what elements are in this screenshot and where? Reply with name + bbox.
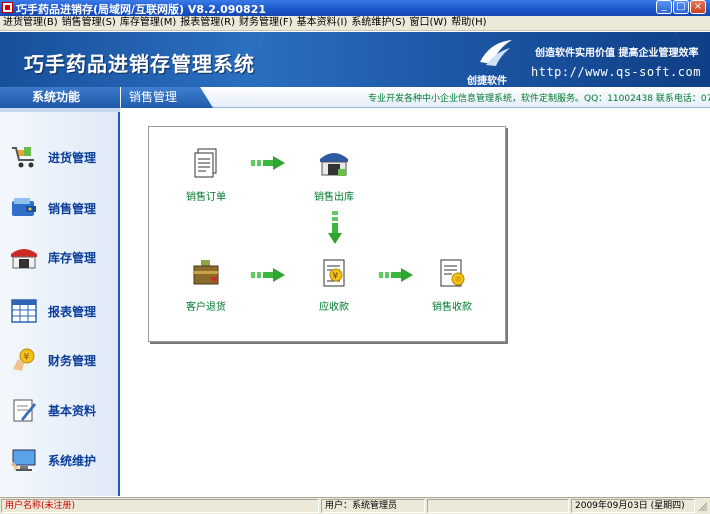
sidebar-item-label: 报表管理 <box>48 304 97 319</box>
sidebar-item-system-maintenance[interactable]: 系统维护 <box>10 442 114 478</box>
menu-bar: 进货管理(B) 销售管理(S) 库存管理(M) 报表管理(R) 财务管理(F) … <box>0 16 710 31</box>
warehouse-icon <box>11 249 37 269</box>
sidebar-item-sales[interactable]: 销售管理 <box>10 190 114 226</box>
sidebar-item-label: 进货管理 <box>48 150 97 165</box>
minimize-button[interactable]: _ <box>656 0 672 14</box>
nav-strip: 系统功能 销售管理 专业开发各种中小企业信息管理系统，软件定制服务。QQ：110… <box>0 87 710 108</box>
money-document-icon: ¥ <box>323 259 345 287</box>
menu-window[interactable]: 窗口(W) <box>410 16 452 30</box>
sales-workflow-panel: 销售订单 销售出库 客户退货 ¥ 应收款 销售收款 <box>148 126 506 342</box>
menu-sales[interactable]: 销售管理(S) <box>62 16 120 30</box>
marquee-text: 专业开发各种中小企业信息管理系统，软件定制服务。QQ：11002438 联系电话… <box>368 94 710 104</box>
workflow-node-label: 销售订单 <box>186 192 226 203</box>
arrow-right-icon <box>379 268 413 282</box>
coins-icon: ¥ <box>13 348 35 371</box>
menu-purchase[interactable]: 进货管理(B) <box>3 16 62 30</box>
workflow-node-label: 客户退货 <box>186 302 226 313</box>
sidebar-item-label: 系统维护 <box>48 453 97 468</box>
workflow-node-receivable[interactable]: ¥ 应收款 <box>299 257 369 313</box>
coin-document-icon <box>440 259 465 287</box>
workflow-node-sales-order[interactable]: 销售订单 <box>171 147 241 203</box>
monitor-icon <box>12 449 36 471</box>
svg-text:¥: ¥ <box>333 272 339 282</box>
workflow-node-label: 应收款 <box>319 302 349 313</box>
maximize-button[interactable]: □ <box>673 0 689 14</box>
table-icon <box>11 299 37 323</box>
svg-text:¥: ¥ <box>24 353 30 363</box>
sidebar-item-basic-info[interactable]: 基本资料 <box>10 392 114 428</box>
banner: 巧手药品进销存管理系统 创捷软件 创造软件实用价值 提高企业管理效率 http:… <box>0 32 710 87</box>
cart-icon <box>12 147 34 168</box>
sidebar-item-reports[interactable]: 报表管理 <box>10 293 114 329</box>
status-empty-cell <box>427 499 569 513</box>
menu-help[interactable]: 帮助(H) <box>451 16 490 30</box>
company-url: http://www.qs-soft.com <box>531 65 701 79</box>
sidebar-item-finance[interactable]: ¥ 财务管理 <box>10 342 114 378</box>
close-button[interactable]: × <box>690 0 706 14</box>
sidebar-item-label: 库存管理 <box>48 250 97 265</box>
arrow-down-icon <box>328 211 342 244</box>
workflow-node-sales-receipt[interactable]: 销售收款 <box>417 257 487 313</box>
company-logo-icon <box>480 40 512 66</box>
company-name: 创捷软件 <box>467 76 507 87</box>
menu-reports[interactable]: 报表管理(R) <box>180 16 239 30</box>
workflow-node-sales-outbound[interactable]: 销售出库 <box>299 147 369 203</box>
menu-finance[interactable]: 财务管理(F) <box>239 16 297 30</box>
sidebar-item-label: 销售管理 <box>48 201 97 216</box>
menu-basic-info[interactable]: 基本资料(I) <box>297 16 352 30</box>
pencil-icon <box>13 399 36 422</box>
briefcase-icon <box>193 260 219 285</box>
title-bar[interactable]: 巧手药品进销存(局域网/互联网版) V8.2.090821 _ □ × <box>0 0 710 16</box>
status-user-name: 用户名称(未注册) <box>1 499 319 513</box>
resize-grip-icon[interactable] <box>696 500 708 512</box>
sidebar-item-label: 财务管理 <box>48 353 97 368</box>
sidebar-item-inventory[interactable]: 库存管理 <box>10 239 114 275</box>
arrow-right-icon <box>251 156 285 170</box>
tab-sales-management[interactable]: 销售管理 <box>121 87 213 108</box>
warehouse-icon <box>320 153 348 176</box>
workflow-node-label: 销售出库 <box>314 192 354 203</box>
status-bar: 用户名称(未注册) 用户：系统管理员 2009年09月03日 (星期四) <box>0 497 710 514</box>
system-functions-header: 系统功能 <box>0 87 120 108</box>
menu-system[interactable]: 系统维护(S) <box>351 16 409 30</box>
system-title: 巧手药品进销存管理系统 <box>24 52 255 76</box>
sidebar: 进货管理 销售管理 库存管理 报表管理 ¥ 财务管理 基本资料 系统维护 <box>0 108 120 496</box>
workflow-node-label: 销售收款 <box>432 302 472 313</box>
workflow-node-customer-return[interactable]: 客户退货 <box>171 257 241 313</box>
window-title: 巧手药品进销存(局域网/互联网版) V8.2.090821 <box>16 3 267 16</box>
sidebar-item-purchase[interactable]: 进货管理 <box>10 139 114 175</box>
app-icon[interactable] <box>2 2 13 13</box>
menu-inventory[interactable]: 库存管理(M) <box>120 16 180 30</box>
status-date: 2009年09月03日 (星期四) <box>571 499 695 513</box>
document-icon <box>194 148 217 178</box>
banner-slogan: 创造软件实用价值 提高企业管理效率 <box>535 48 699 59</box>
wallet-icon <box>12 198 36 216</box>
status-operator: 用户：系统管理员 <box>321 499 425 513</box>
sidebar-item-label: 基本资料 <box>48 403 97 418</box>
arrow-right-icon <box>251 268 285 282</box>
